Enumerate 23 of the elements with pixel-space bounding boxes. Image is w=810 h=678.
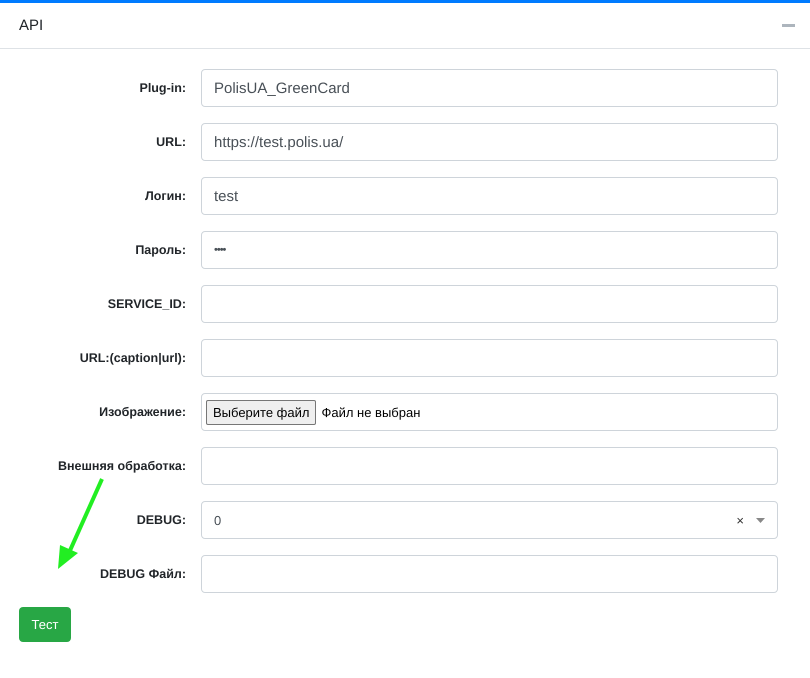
input-field[interactable]: https://test.polis.ua/ — [201, 123, 778, 161]
select-value: 0 — [214, 512, 222, 528]
caret-icon[interactable] — [756, 518, 765, 522]
field-label: Изображение: — [98, 405, 187, 419]
field-label: Логин: — [144, 189, 187, 203]
field-label: Внешняя обработка: — [56, 459, 187, 473]
card-title: API — [19, 17, 44, 34]
field-label: Plug-in: — [138, 81, 187, 95]
field-label: SERVICE_ID: — [106, 297, 187, 311]
input-field[interactable]: PolisUA_GreenCard — [201, 69, 778, 107]
file-status: Файл не выбран — [321, 404, 420, 420]
select-field[interactable]: 0 × — [201, 501, 778, 539]
password-field[interactable]: •••• — [201, 231, 778, 269]
choose-file-button[interactable]: Выберите файл — [206, 400, 316, 424]
collapse-icon[interactable] — [782, 24, 795, 27]
file-input[interactable]: Выберите файл Файл не выбран — [201, 393, 778, 431]
field-label: URL: — [155, 135, 187, 149]
field-label: URL:(caption|url): — [78, 351, 187, 365]
input-field[interactable]: test — [201, 177, 778, 215]
field-label: Пароль: — [134, 243, 187, 257]
field-label: DEBUG: — [136, 513, 187, 527]
field-label: DEBUG Файл: — [98, 567, 187, 581]
clear-button[interactable]: × — [736, 512, 744, 528]
